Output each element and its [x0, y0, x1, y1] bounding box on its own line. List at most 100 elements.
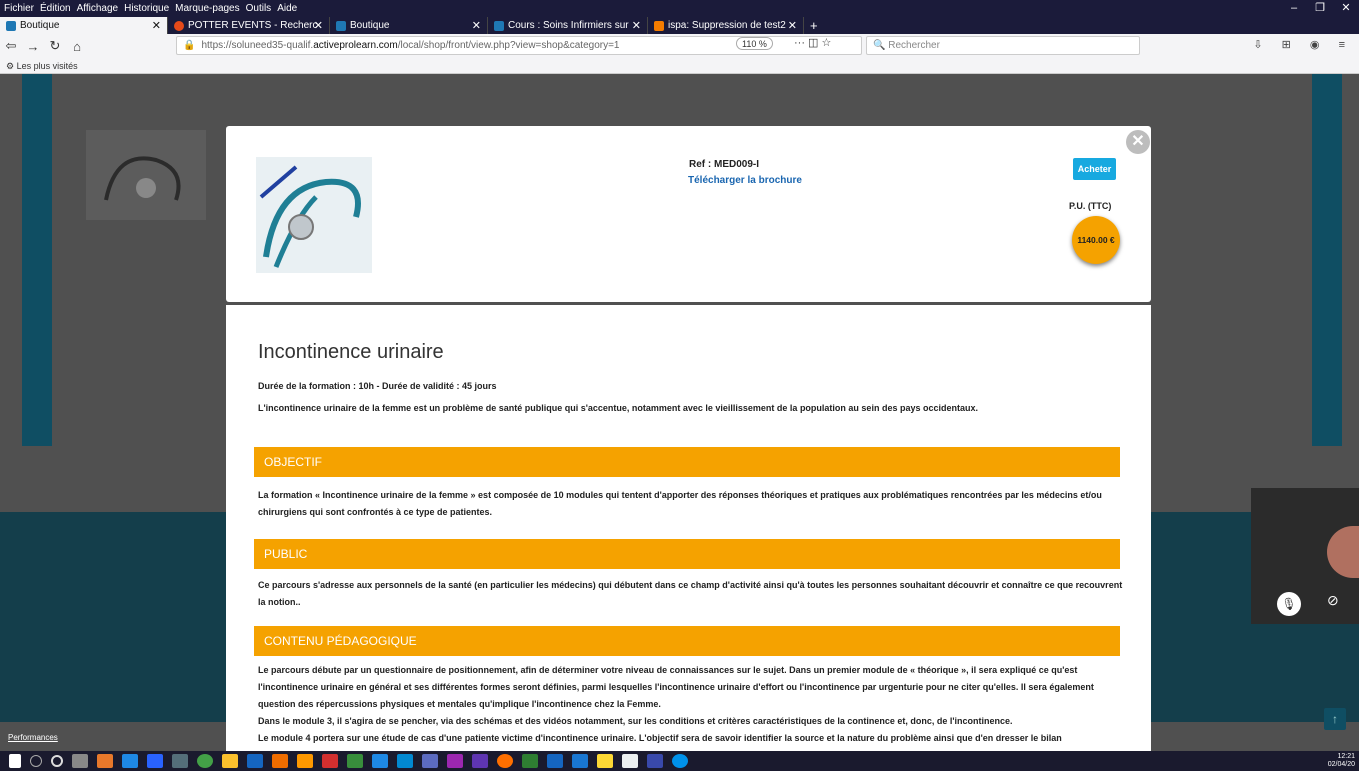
lock-icon: 🔒	[183, 40, 196, 51]
taskbar-app-icon[interactable]	[371, 754, 388, 768]
vlc-icon[interactable]	[296, 754, 313, 768]
tab-label: Boutique	[20, 20, 60, 31]
tab-boutique-2[interactable]: Boutique ✕	[330, 17, 488, 34]
tab-close-icon[interactable]: ✕	[152, 19, 161, 32]
tab-cours[interactable]: Cours : Soins Infirmiers sur ✕	[488, 17, 648, 34]
windows-start-icon[interactable]	[8, 754, 21, 768]
minimize-button[interactable]: –	[1281, 0, 1307, 17]
tab-close-icon[interactable]: ✕	[314, 19, 323, 32]
skype-icon[interactable]	[671, 754, 688, 768]
taskbar-app-icon[interactable]	[346, 754, 363, 768]
tab-close-icon[interactable]: ✕	[788, 19, 797, 32]
most-visited-link[interactable]: Les plus visités	[17, 61, 78, 71]
section-text-public: Ce parcours s'adresse aux personnels de …	[258, 580, 1123, 607]
tab-close-icon[interactable]: ✕	[632, 19, 641, 32]
tab-label: Boutique	[350, 20, 390, 31]
zoom-level[interactable]: 110 %	[736, 37, 773, 50]
product-image	[256, 157, 372, 273]
system-clock[interactable]: 12:21 02/04/20	[1328, 753, 1355, 769]
page-actions-icons[interactable]: ··· ◫ ☆	[794, 36, 831, 49]
menu-tools[interactable]: Outils	[246, 3, 272, 14]
cortana-icon[interactable]	[50, 755, 63, 767]
menu-file[interactable]: Fichier	[4, 3, 34, 14]
download-brochure-link[interactable]: Télécharger la brochure	[688, 175, 802, 186]
tab-label: Cours : Soins Infirmiers sur	[508, 20, 629, 31]
section-heading-public: PUBLIC	[254, 539, 1120, 569]
microphone-icon[interactable]: 🎙	[1277, 592, 1301, 616]
course-duration: Durée de la formation : 10h - Durée de v…	[258, 381, 497, 391]
tab-boutique-active[interactable]: Boutique ✕	[0, 17, 168, 34]
gear-icon: ⚙	[6, 61, 17, 71]
navigation-bar: ⇦ → ↻ ⌂ 🔒 https://soluneed35-qualif. acti…	[0, 34, 1359, 58]
unit-price-label: P.U. (TTC)	[1069, 201, 1112, 211]
taskbar-app-icon[interactable]	[396, 754, 413, 768]
excel-icon[interactable]	[521, 754, 538, 768]
reload-icon[interactable]: ↻	[44, 38, 66, 54]
chrome-icon[interactable]	[196, 754, 213, 768]
clock-time: 12:21	[1337, 753, 1355, 760]
tab-potter-events[interactable]: POTTER EVENTS - Recherc ✕	[168, 17, 330, 34]
window-controls: – ❐ ✕	[1281, 0, 1359, 17]
taskbar-app-icon[interactable]	[646, 754, 663, 768]
word-icon[interactable]	[546, 754, 563, 768]
tab-close-icon[interactable]: ✕	[472, 19, 481, 32]
google-favicon-icon	[174, 20, 184, 31]
performance-link[interactable]: Performances	[8, 733, 58, 742]
back-arrow-icon[interactable]: ⇦	[0, 38, 22, 54]
taskbar-app-icon[interactable]	[421, 754, 438, 768]
edge-icon[interactable]	[121, 754, 138, 768]
site-favicon-icon	[336, 20, 346, 31]
left-banner	[22, 74, 52, 446]
ispa-favicon-icon	[654, 20, 664, 31]
background-product-thumbnail	[86, 130, 206, 220]
url-domain: activeprolearn.com	[313, 40, 398, 51]
menu-bookmarks[interactable]: Marque-pages	[175, 3, 239, 14]
camera-off-icon[interactable]: ⊘	[1327, 592, 1339, 609]
taskbar-app-icon[interactable]	[146, 754, 163, 768]
course-title: Incontinence urinaire	[258, 341, 444, 363]
taskbar-app-icon[interactable]	[271, 754, 288, 768]
tab-label: ispa: Suppression de test2	[668, 20, 786, 31]
menu-view[interactable]: Affichage	[77, 3, 119, 14]
video-call-widget: 🎙 ⊘	[1251, 488, 1359, 624]
scroll-top-button[interactable]: ↑	[1324, 708, 1346, 730]
taskbar-app-icon[interactable]	[246, 754, 263, 768]
participant-avatar	[1327, 526, 1359, 578]
taskbar-app-icon[interactable]	[96, 754, 113, 768]
tab-bar: Boutique ✕ POTTER EVENTS - Recherc ✕ Bou…	[0, 17, 1359, 34]
menu-history[interactable]: Historique	[124, 3, 169, 14]
onenote-icon[interactable]	[446, 754, 463, 768]
close-modal-icon[interactable]: ✕	[1126, 130, 1150, 154]
right-banner	[1312, 74, 1342, 446]
tab-ispa[interactable]: ispa: Suppression de test2 ✕	[648, 17, 804, 34]
firefox-icon[interactable]	[496, 754, 513, 768]
menu-edit[interactable]: Édition	[40, 3, 71, 14]
tab-label: POTTER EVENTS - Recherc	[188, 20, 318, 31]
close-window-button[interactable]: ✕	[1333, 0, 1359, 17]
new-tab-button[interactable]: +	[810, 17, 818, 34]
taskbar-app-icon[interactable]	[571, 754, 588, 768]
home-icon[interactable]: ⌂	[66, 39, 88, 54]
section-text-objectif: La formation « Incontinence urinaire de …	[258, 490, 1102, 517]
file-explorer-icon[interactable]	[221, 754, 238, 768]
course-description-panel: Incontinence urinaire Durée de la format…	[226, 305, 1151, 751]
forward-arrow-icon[interactable]: →	[22, 39, 44, 54]
search-icon: 🔍	[873, 40, 889, 51]
price-badge: 1140.00 €	[1072, 216, 1120, 264]
product-header-card: Ref : MED009-I Télécharger la brochure A…	[226, 126, 1151, 302]
taskbar-app-icon[interactable]	[171, 754, 188, 768]
task-view-icon[interactable]	[71, 754, 88, 768]
url-prefix: https://soluneed35-qualif.	[201, 40, 314, 51]
menu-bar: Fichier Édition Affichage Historique Mar…	[0, 0, 1359, 17]
buy-button[interactable]: Acheter	[1073, 158, 1116, 180]
acrobat-icon[interactable]	[321, 754, 338, 768]
course-intro: L'incontinence urinaire de la femme est …	[258, 403, 978, 413]
toolbar-icons[interactable]: ⇩ ⊞ ◉ ≡	[1253, 38, 1353, 51]
menu-help[interactable]: Aide	[277, 3, 297, 14]
search-icon[interactable]	[29, 755, 42, 767]
taskbar-app-icon[interactable]	[471, 754, 488, 768]
maximize-button[interactable]: ❐	[1307, 0, 1333, 17]
photos-icon[interactable]	[621, 754, 638, 768]
search-input[interactable]: 🔍 Rechercher	[866, 36, 1140, 55]
taskbar-app-icon[interactable]	[596, 754, 613, 768]
